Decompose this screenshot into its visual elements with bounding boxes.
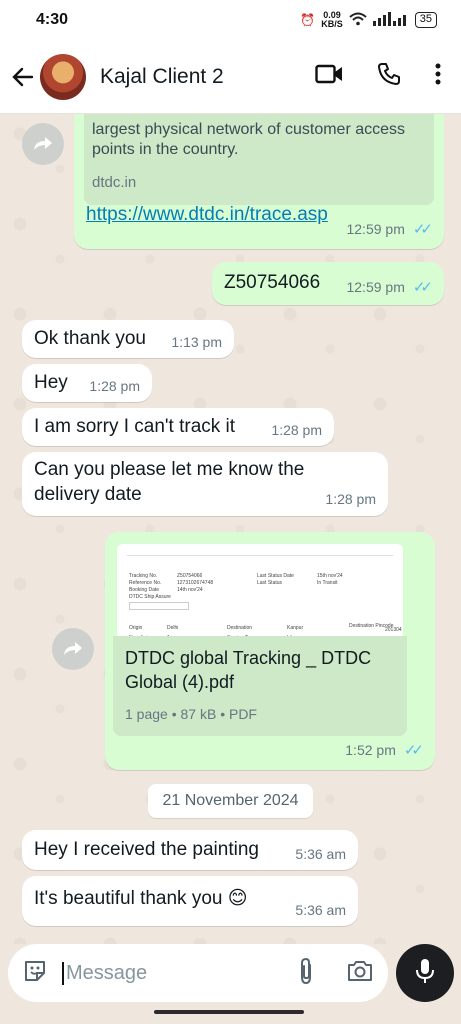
- message-text: It's beautiful thank you 😊: [34, 888, 248, 909]
- attach-icon[interactable]: [298, 957, 314, 990]
- incoming-message[interactable]: Hey I received the painting 5:36 am: [22, 830, 358, 870]
- speed-unit: KB/S: [321, 19, 343, 29]
- pdf-message[interactable]: Tracking No. Z50754066 Reference No. 127…: [105, 532, 435, 770]
- pdf-info[interactable]: DTDC global Tracking _ DTDC Global (4).p…: [113, 636, 407, 736]
- read-receipt-icon: ✓✓: [412, 221, 433, 238]
- message-text: I am sorry I can't track it: [34, 416, 236, 437]
- more-options-icon[interactable]: [435, 63, 441, 90]
- incoming-message[interactable]: I am sorry I can't track it 1:28 pm: [22, 408, 334, 446]
- link-site: dtdc.in: [92, 174, 137, 191]
- message-text: Hey: [34, 372, 68, 393]
- message-time: 1:13 pm: [171, 334, 222, 350]
- battery-indicator: 35: [414, 12, 437, 28]
- link-message[interactable]: largest physical network of customer acc…: [74, 114, 444, 249]
- status-time: 4:30: [36, 11, 69, 28]
- video-call-icon[interactable]: [315, 64, 343, 89]
- date-separator: 21 November 2024: [148, 784, 313, 818]
- incoming-message[interactable]: It's beautiful thank you 😊 5:36 am: [22, 876, 358, 926]
- forward-icon[interactable]: [22, 123, 64, 165]
- message-text: Hey I received the painting: [34, 839, 259, 860]
- incoming-message[interactable]: Hey 1:28 pm: [22, 364, 152, 402]
- read-receipt-icon: ✓✓: [412, 279, 433, 296]
- gesture-nav-bar[interactable]: [154, 1010, 304, 1014]
- contact-name[interactable]: Kajal Client 2: [100, 65, 224, 89]
- message-time: 1:52 pm: [345, 742, 396, 758]
- message-time: 1:28 pm: [325, 491, 376, 507]
- read-receipt-icon: ✓✓: [403, 742, 424, 759]
- sticker-icon[interactable]: [22, 958, 48, 989]
- pdf-thumb-text: In Transit: [317, 580, 338, 586]
- message-time: 12:59 pm: [346, 279, 405, 295]
- incoming-message[interactable]: Can you please let me know the delivery …: [22, 452, 388, 516]
- pdf-thumb-text: Service Type: [227, 626, 256, 636]
- chat-header: Kajal Client 2: [0, 40, 461, 114]
- message-input[interactable]: Message: [8, 944, 388, 1002]
- wifi-icon: [349, 12, 367, 29]
- microphone-icon: [415, 957, 435, 990]
- pdf-thumbnail[interactable]: Tracking No. Z50754066 Reference No. 127…: [117, 544, 403, 636]
- pdf-thumb-text: 201304: [385, 627, 402, 633]
- status-bar: 4:30 ⏰ 0.09 KB/S 35: [0, 0, 461, 40]
- pdf-thumb-text: Last Status: [257, 580, 283, 586]
- microphone-button[interactable]: [396, 944, 454, 1002]
- incoming-message[interactable]: Ok thank you 1:13 pm: [22, 320, 234, 358]
- pdf-thumb-text: 14th nov'24: [177, 587, 203, 593]
- message-time: 5:36 am: [295, 902, 346, 918]
- link-preview[interactable]: largest physical network of customer acc…: [84, 114, 434, 205]
- signal-icon: [372, 11, 409, 29]
- message-time: 1:28 pm: [89, 378, 140, 394]
- avatar[interactable]: [40, 53, 86, 100]
- message-time: 12:59 pm: [346, 221, 405, 237]
- pdf-thumb-text: No. of pieces: [129, 626, 158, 636]
- pdf-thumb-text: 1: [167, 626, 170, 636]
- message-time: 5:36 am: [295, 846, 346, 862]
- message-time: 1:28 pm: [271, 422, 322, 438]
- tracking-number-message[interactable]: Z50754066 12:59 pm ✓✓: [212, 262, 444, 305]
- phone-call-icon[interactable]: [377, 62, 401, 91]
- link-description: largest physical network of customer acc…: [92, 121, 406, 158]
- pdf-meta: 1 page • 87 kB • PDF: [125, 706, 257, 722]
- message-text: Ok thank you: [34, 328, 146, 349]
- back-arrow-icon[interactable]: [10, 64, 36, 90]
- pdf-filename: DTDC global Tracking _ DTDC Global (4).p…: [125, 648, 372, 692]
- camera-icon[interactable]: [346, 959, 374, 988]
- tracking-url-link[interactable]: https://www.dtdc.in/trace.asp: [86, 202, 328, 227]
- status-icons: ⏰ 0.09 KB/S 35: [300, 11, 437, 29]
- message-placeholder[interactable]: Message: [62, 961, 147, 985]
- message-text: Z50754066: [224, 272, 321, 293]
- pdf-thumb-text: Lite: [287, 626, 295, 636]
- forward-icon[interactable]: [52, 628, 94, 670]
- alarm-icon: ⏰: [300, 13, 316, 27]
- network-speed: 0.09 KB/S: [321, 11, 343, 29]
- message-text: Can you please let me know the delivery …: [34, 459, 305, 505]
- chat-area[interactable]: largest physical network of customer acc…: [0, 114, 461, 944]
